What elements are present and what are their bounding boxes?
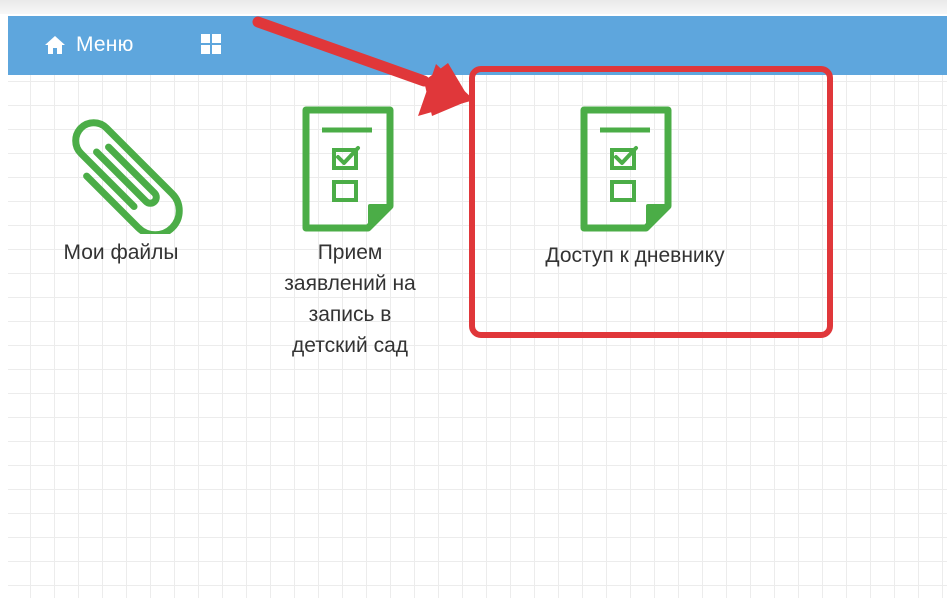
tile-label-line: детский сад (291, 334, 409, 357)
grid-icon (201, 34, 221, 54)
menu-label: Меню (76, 33, 134, 56)
checklist-document-icon (580, 106, 672, 232)
apps-grid-button[interactable] (199, 32, 223, 56)
tile-label-line: запись в (308, 303, 392, 326)
tile-label-my-files: Мои файлы (63, 241, 179, 264)
checklist-document-icon (302, 106, 394, 232)
paperclip-icon (72, 119, 183, 234)
tile-label-diary: Доступ к дневнику (545, 244, 725, 267)
tile-label-line: заявлений на (284, 272, 416, 295)
tile-label-line: Прием (317, 241, 383, 264)
home-icon (45, 36, 65, 54)
top-navigation-bar: Меню (8, 16, 947, 75)
menu-button[interactable]: Меню (44, 30, 134, 60)
tile-label-kindergarten: Прием заявлений на запись в детский сад (260, 237, 440, 361)
window-top-edge (0, 0, 947, 14)
